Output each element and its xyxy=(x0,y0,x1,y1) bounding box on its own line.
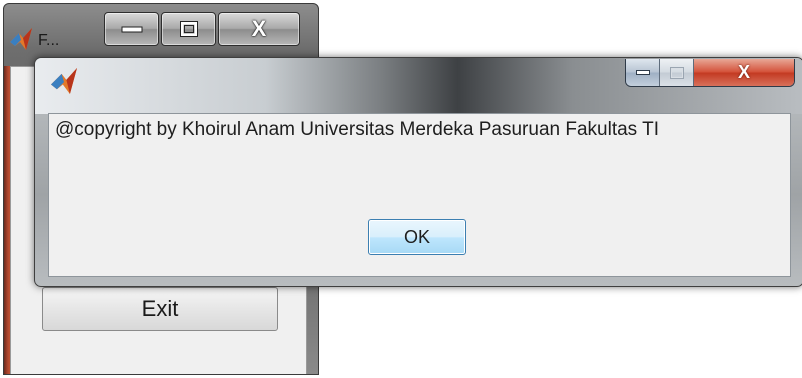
matlab-icon xyxy=(10,28,32,50)
background-window-title: F... xyxy=(38,32,60,49)
maximize-icon xyxy=(669,66,684,79)
close-icon: X xyxy=(737,62,750,82)
background-close-button[interactable]: X xyxy=(218,12,300,46)
maximize-icon xyxy=(162,13,215,45)
minimize-icon xyxy=(635,69,650,75)
exit-button[interactable]: Exit xyxy=(42,287,278,331)
minimize-icon xyxy=(105,13,158,45)
dialog-minimize-button[interactable] xyxy=(626,59,660,86)
copyright-message: @copyright by Khoirul Anam Universitas M… xyxy=(55,119,659,140)
dialog-maximize-button[interactable] xyxy=(660,59,694,86)
dialog-window-controls: X xyxy=(625,59,795,87)
background-maximize-button[interactable] xyxy=(161,12,216,46)
dialog-close-button[interactable]: X xyxy=(694,59,794,86)
ok-button[interactable]: OK xyxy=(368,219,466,255)
close-icon: X xyxy=(251,16,267,41)
background-minimize-button[interactable] xyxy=(104,12,159,46)
matlab-icon xyxy=(51,68,77,94)
